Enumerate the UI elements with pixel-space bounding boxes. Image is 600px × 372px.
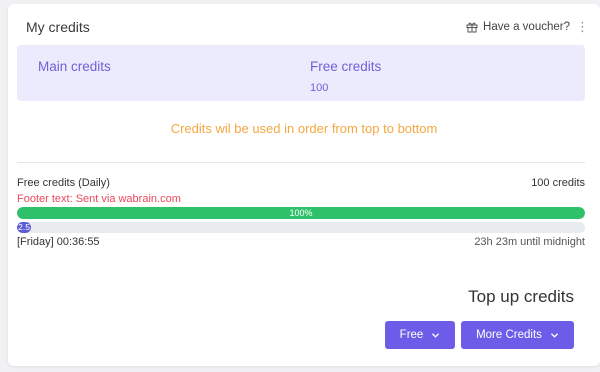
card-title: My credits	[26, 19, 90, 35]
daily-progress-fill: 100%	[17, 207, 585, 219]
time-until-midnight: 23h 23m until midnight	[474, 236, 585, 248]
topup-title: Top up credits	[468, 287, 574, 306]
divider	[17, 162, 585, 163]
free-credits-label: Free credits	[310, 59, 382, 74]
more-vertical-icon[interactable]: ⋮	[576, 19, 589, 35]
credits-card: My credits Have a voucher? ⋮ Main credit…	[8, 4, 600, 366]
daily-credits-amount: 100 credits	[531, 177, 585, 189]
daily-credits-label: Free credits (Daily)	[17, 177, 110, 189]
credits-summary-box: Main credits Free credits 100	[17, 45, 585, 101]
footer-text: Footer text: Sent via wabrain.com	[17, 193, 181, 205]
chevron-down-icon	[551, 332, 558, 338]
gift-icon	[466, 22, 478, 33]
free-dropdown-button[interactable]: Free	[385, 321, 455, 349]
credits-order-note: Credits wil be used in order from top to…	[170, 121, 438, 136]
secondary-progress-bar: 2.5	[17, 222, 585, 233]
main-credits-label: Main credits	[38, 59, 111, 74]
secondary-progress-fill: 2.5	[17, 222, 32, 233]
current-time: [Friday] 00:36:55	[17, 236, 100, 248]
more-credits-button-label: More Credits	[476, 329, 542, 341]
voucher-label[interactable]: Have a voucher?	[483, 21, 570, 33]
free-credits-value: 100	[310, 82, 329, 94]
more-credits-dropdown-button[interactable]: More Credits	[461, 321, 574, 349]
chevron-down-icon	[432, 332, 440, 338]
free-button-label: Free	[399, 329, 424, 341]
voucher-link[interactable]: Have a voucher? ⋮	[466, 19, 589, 35]
daily-progress-bar: 100%	[17, 207, 585, 219]
